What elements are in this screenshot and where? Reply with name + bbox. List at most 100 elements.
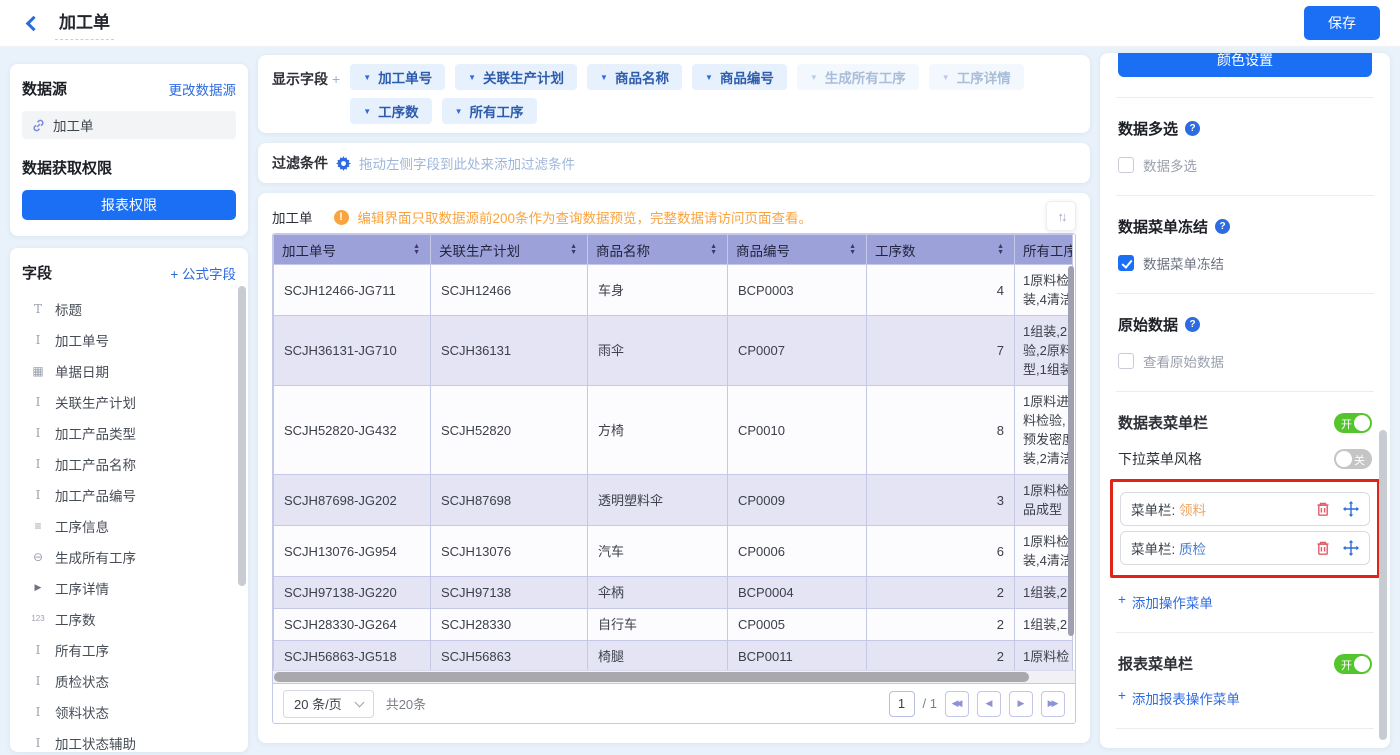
table-menubar-toggle[interactable]: 开 <box>1334 413 1372 433</box>
column-header[interactable]: 商品名称▲▼ <box>588 235 728 265</box>
scrollbar-thumb[interactable] <box>274 672 1029 682</box>
display-field-tag[interactable]: ▼商品编号 <box>692 64 787 90</box>
display-field-tag[interactable]: ▼工序详情 <box>929 64 1024 90</box>
add-formula-field-link[interactable]: + 公式字段 <box>170 263 236 283</box>
caret-down-icon: ▼ <box>363 107 371 116</box>
column-header[interactable]: 关联生产计划▲▼ <box>431 235 588 265</box>
raw-data-checkbox-row[interactable]: 查看原始数据 <box>1118 351 1372 371</box>
text-icon: I <box>30 643 46 657</box>
display-field-tag[interactable]: ▼所有工序 <box>442 98 537 124</box>
field-item[interactable]: ⊖生成所有工序 <box>22 541 236 572</box>
add-display-field-button[interactable]: + <box>332 71 340 87</box>
help-icon[interactable]: ? <box>1185 121 1200 136</box>
field-item[interactable]: ≡ 工序信息 <box>22 510 236 541</box>
sort-carets-icon[interactable]: ▲▼ <box>710 244 717 256</box>
add-report-action-menu-link[interactable]: +添加报表操作菜单 <box>1118 688 1240 708</box>
page-input[interactable] <box>889 691 915 717</box>
dropdown-style-toggle[interactable]: 关 <box>1334 449 1372 469</box>
table-horizontal-scrollbar[interactable] <box>273 670 1075 683</box>
trash-icon[interactable] <box>1315 501 1331 517</box>
tag-label: 商品编号 <box>720 67 774 87</box>
table-cell: BCP0004 <box>728 577 867 609</box>
list-icon: ≡ <box>30 519 46 533</box>
field-item[interactable]: I加工状态辅助 <box>22 727 236 752</box>
back-icon[interactable] <box>26 15 42 31</box>
filter-panel[interactable]: 过滤条件 拖动左侧字段到此处来添加过滤条件 <box>258 143 1090 183</box>
checkbox-unchecked[interactable] <box>1118 157 1134 173</box>
move-icon[interactable] <box>1343 501 1359 517</box>
help-icon[interactable]: ? <box>1185 317 1200 332</box>
field-item[interactable]: ▦单据日期 <box>22 355 236 386</box>
sort-carets-icon[interactable]: ▲▼ <box>570 244 577 256</box>
field-item[interactable]: 123工序数 <box>22 603 236 634</box>
table-cell: CP0010 <box>728 386 867 475</box>
dropdown-style-label: 下拉菜单风格 <box>1118 449 1202 469</box>
field-item[interactable]: I加工产品名称 <box>22 448 236 479</box>
column-header[interactable]: 商品编号▲▼ <box>728 235 867 265</box>
field-item[interactable]: I关联生产计划 <box>22 386 236 417</box>
page-size-select[interactable]: 20 条/页 <box>283 690 374 718</box>
table-vertical-scrollbar[interactable] <box>1068 266 1074 636</box>
table-cell: 方椅 <box>588 386 728 475</box>
table-cell: SCJH28330-JG264 <box>274 609 431 641</box>
add-action-menu-link[interactable]: +添加操作菜单 <box>1118 592 1213 612</box>
field-item[interactable]: I质检状态 <box>22 665 236 696</box>
next-page-button[interactable]: ▶ <box>1009 691 1033 717</box>
divider <box>1116 391 1374 392</box>
field-item[interactable]: I加工产品编号 <box>22 479 236 510</box>
help-icon[interactable]: ? <box>1215 219 1230 234</box>
checkbox-unchecked[interactable] <box>1118 353 1134 369</box>
sort-tool-button[interactable]: ↑↓ <box>1046 201 1076 231</box>
settings-scrollbar[interactable] <box>1379 430 1387 740</box>
column-header[interactable]: 工序数▲▼ <box>867 235 1015 265</box>
change-datasource-link[interactable]: 更改数据源 <box>169 79 237 99</box>
color-settings-button[interactable]: 颜色设置 <box>1118 53 1372 77</box>
display-field-tag[interactable]: ▼加工单号 <box>350 64 445 90</box>
table-row: SCJH12466-JG711SCJH12466车身BCP000341原料检装,… <box>274 265 1073 316</box>
field-label: 加工单号 <box>55 330 109 350</box>
column-header-label: 所有工序 <box>1023 240 1073 260</box>
prev-page-button[interactable]: ◀ <box>977 691 1001 717</box>
menu-item-zhijian[interactable]: 菜单栏: 质检 <box>1120 531 1370 565</box>
tag-label: 工序数 <box>378 101 419 121</box>
display-field-tag[interactable]: ▼关联生产计划 <box>455 64 577 90</box>
sort-carets-icon[interactable]: ▲▼ <box>413 244 420 256</box>
field-item[interactable]: I所有工序 <box>22 634 236 665</box>
last-page-button[interactable]: ▶▶ <box>1041 691 1065 717</box>
sort-carets-icon[interactable]: ▲▼ <box>997 244 1004 256</box>
tag-label: 关联生产计划 <box>483 67 564 87</box>
report-menubar-toggle[interactable]: 开 <box>1334 654 1372 674</box>
display-field-tag[interactable]: ▼商品名称 <box>587 64 682 90</box>
fields-scrollbar[interactable] <box>238 286 246 586</box>
table-cell-procedures: 1组装,2 <box>1015 577 1073 609</box>
field-label: 工序详情 <box>55 578 109 598</box>
menu-freeze-checkbox-row[interactable]: 数据菜单冻结 <box>1118 253 1372 273</box>
display-field-tag[interactable]: ▼ 工序数 <box>350 98 431 124</box>
column-header[interactable]: 所有工序▲▼ <box>1015 235 1073 265</box>
display-field-tag[interactable]: ▼生成所有工序 <box>797 64 919 90</box>
move-icon[interactable] <box>1343 540 1359 556</box>
multi-select-checkbox-row[interactable]: 数据多选 <box>1118 155 1372 175</box>
field-item[interactable]: T标题 <box>22 293 236 324</box>
table-cell: 雨伞 <box>588 316 728 386</box>
field-item[interactable]: ▶工序详情 <box>22 572 236 603</box>
table-row: SCJH56863-JG518SCJH56863椅腿BCP001121原料检 <box>274 641 1073 671</box>
multi-select-heading: 数据多选 <box>1118 118 1178 139</box>
field-item[interactable]: I加工产品类型 <box>22 417 236 448</box>
save-button[interactable]: 保存 <box>1304 6 1380 40</box>
checkbox-checked[interactable] <box>1118 255 1134 271</box>
field-label: 工序信息 <box>55 516 109 536</box>
field-item[interactable]: I 加工单号 <box>22 324 236 355</box>
field-item[interactable]: I领料状态 <box>22 696 236 727</box>
trash-icon[interactable] <box>1315 540 1331 556</box>
sort-carets-icon[interactable]: ▲▼ <box>849 244 856 256</box>
column-header[interactable]: 加工单号▲▼ <box>274 235 431 265</box>
text-icon: I <box>30 333 46 347</box>
first-page-button[interactable]: ◀◀ <box>945 691 969 717</box>
report-permission-button[interactable]: 报表权限 <box>22 190 236 220</box>
datasource-item[interactable]: 加工单 <box>22 111 236 139</box>
table-cell: 椅腿 <box>588 641 728 671</box>
field-label: 工序数 <box>55 609 96 629</box>
gear-icon[interactable] <box>336 156 351 171</box>
menu-item-lingliao[interactable]: 菜单栏: 领料 <box>1120 492 1370 526</box>
